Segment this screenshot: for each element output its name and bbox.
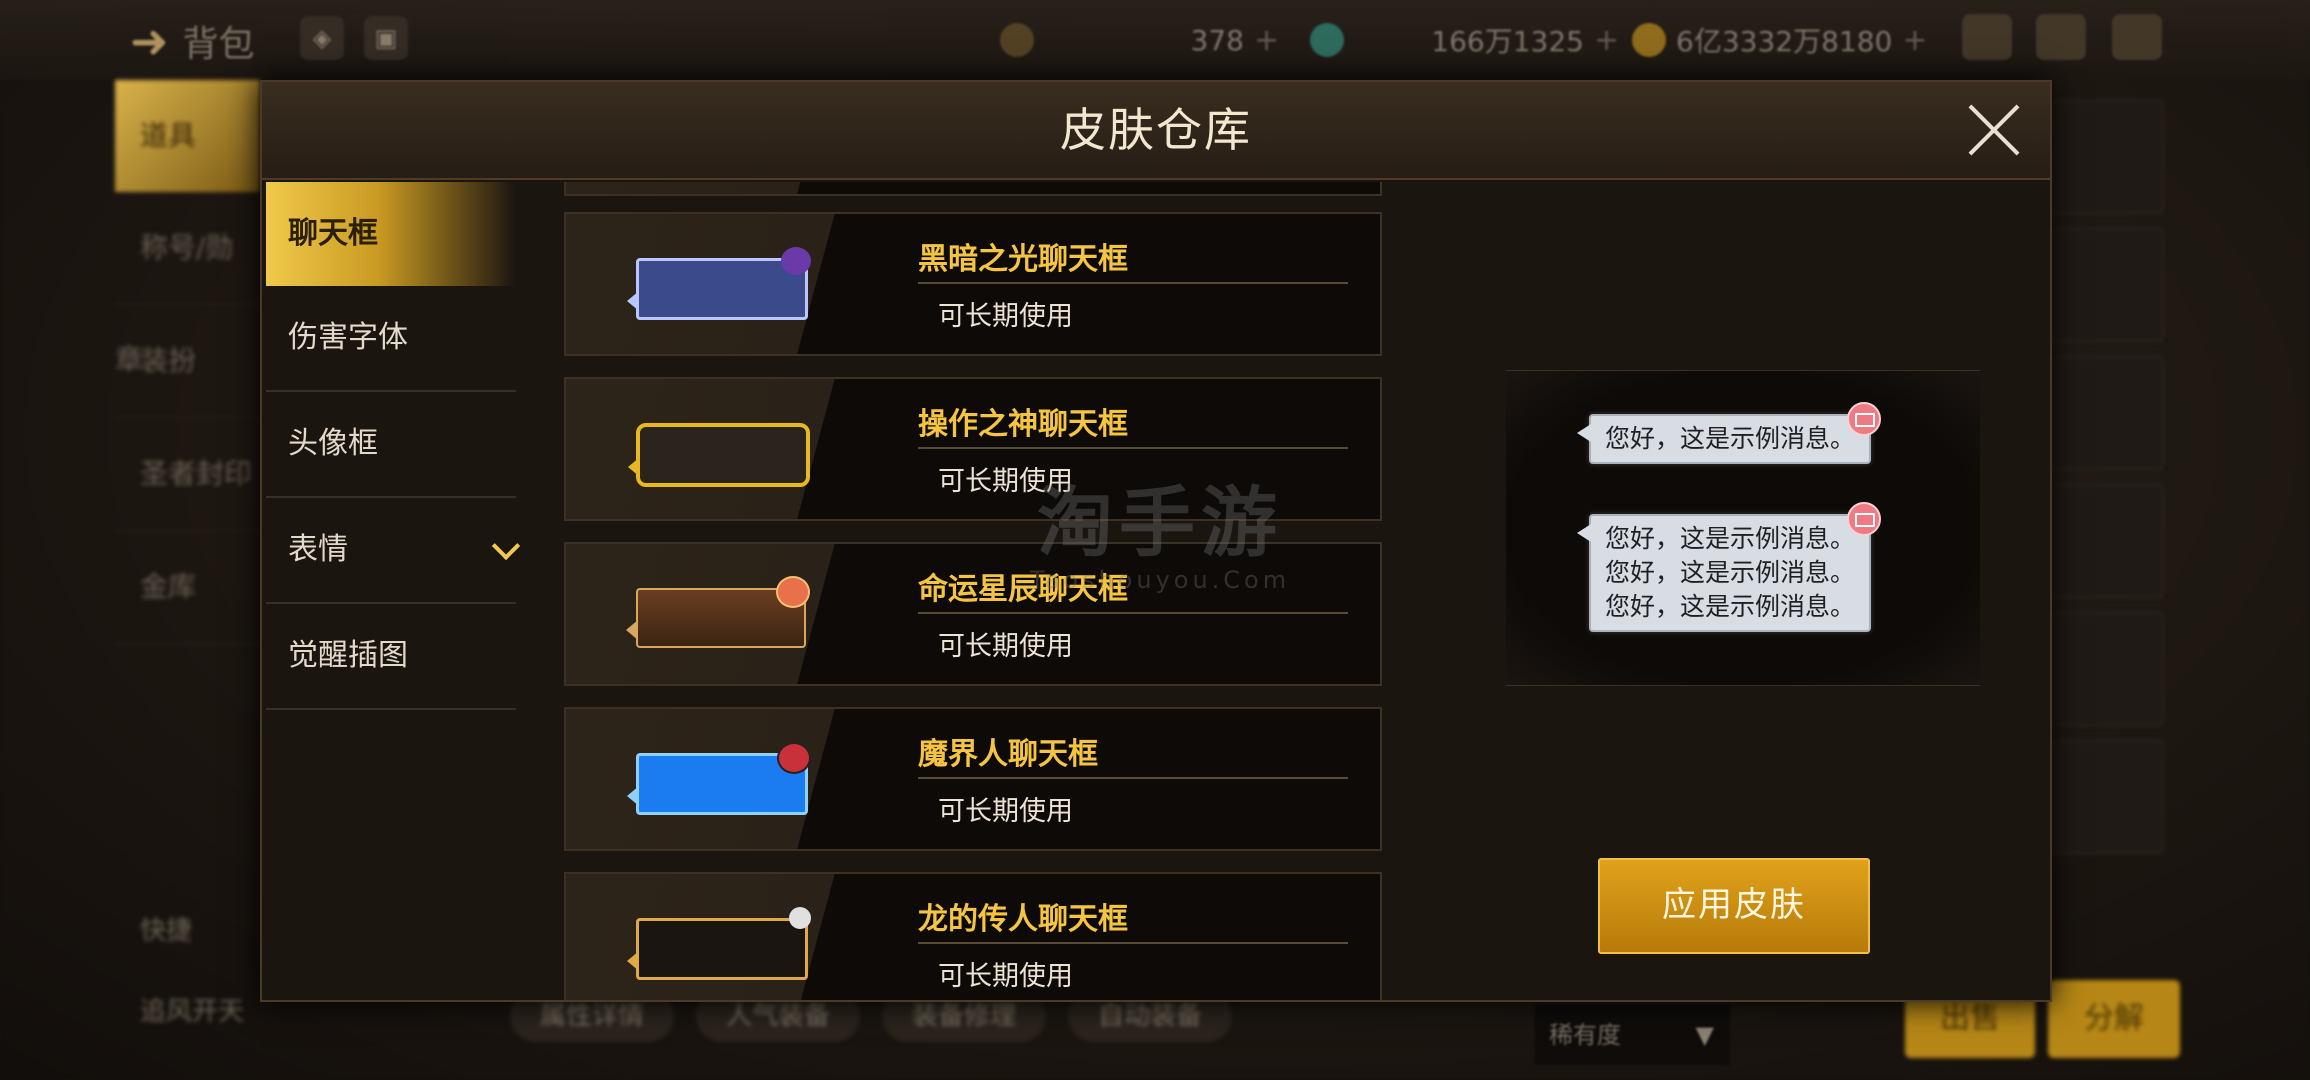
watermark-en: Taoshouyou.Com bbox=[1029, 566, 1291, 594]
item-name: 龙的传人聊天框 bbox=[918, 902, 1128, 937]
tab-chat-frame[interactable]: 聊天框 bbox=[266, 182, 516, 286]
wind-link[interactable]: 追风开天 bbox=[140, 991, 244, 1028]
item-name: 魔界人聊天框 bbox=[918, 737, 1098, 772]
cake-icon[interactable] bbox=[1962, 14, 2012, 60]
demon-icon bbox=[777, 742, 811, 774]
inv-tab-titles[interactable]: 称号/勋章 bbox=[115, 192, 260, 376]
inv-tab-vault[interactable]: 金库 bbox=[115, 531, 260, 644]
preview-bubble-multi: 您好，这是示例消息。 您好，这是示例消息。 您好，这是示例消息。 bbox=[1577, 502, 1882, 632]
currency-gold-value: 6亿3332万8180 bbox=[1676, 25, 1893, 58]
currency-gold: 6亿3332万8180 + bbox=[1632, 20, 1927, 60]
bag-icon[interactable]: ▣ bbox=[364, 16, 408, 60]
eye-icon[interactable]: ◈ bbox=[300, 16, 344, 60]
inventory-slot[interactable] bbox=[2050, 740, 2164, 854]
inventory-slot[interactable] bbox=[2050, 356, 2164, 470]
quick-link[interactable]: 快捷 bbox=[140, 910, 244, 947]
mail-icon[interactable] bbox=[2036, 14, 2086, 60]
back-button[interactable]: ➜ 背包 bbox=[130, 14, 255, 68]
watermark: 淘手游 Taoshouyou.Com bbox=[1020, 478, 1300, 595]
inv-tab-items[interactable]: 道具 bbox=[115, 80, 260, 192]
top-bar: ➜ 背包 ◈ ▣ 378 + 166万1325 + 6亿3332万8180 + bbox=[0, 0, 2310, 80]
chat-frame-preview bbox=[626, 576, 810, 648]
gem-icon bbox=[1310, 23, 1344, 57]
tab-emoji-label: 表情 bbox=[288, 532, 348, 567]
inv-tab-seal[interactable]: 圣者封印 bbox=[115, 418, 260, 531]
inventory-slot[interactable] bbox=[2050, 484, 2164, 598]
category-tabs: 聊天框 伤害字体 头像框 表情 觉醒插图 bbox=[266, 182, 521, 710]
preview-bubble-single: 您好，这是示例消息。 bbox=[1577, 402, 1882, 464]
mail-icon bbox=[1847, 402, 1882, 436]
currency-gem: 166万1325 + bbox=[1310, 20, 1619, 60]
sort-dropdown[interactable]: 稀有度 ▼ bbox=[1535, 1005, 1730, 1065]
back-arrow-icon: ➜ bbox=[130, 14, 169, 68]
gold-coin-icon bbox=[1632, 23, 1666, 57]
preview-message: 您好，这是示例消息。 bbox=[1605, 424, 1856, 453]
inventory-slots bbox=[2050, 100, 2164, 868]
dialog-header: 皮肤仓库 bbox=[262, 82, 2050, 180]
item-desc: 可长期使用 bbox=[938, 301, 1073, 332]
sort-label: 稀有度 bbox=[1549, 1021, 1621, 1049]
add-moon-icon[interactable]: + bbox=[1254, 23, 1279, 58]
inventory-slot[interactable] bbox=[2050, 100, 2164, 214]
item-name: 黑暗之光聊天框 bbox=[918, 242, 1128, 277]
item-desc: 可长期使用 bbox=[938, 961, 1073, 992]
chat-frame-preview bbox=[627, 247, 811, 320]
tab-emoji[interactable]: 表情 bbox=[266, 498, 521, 604]
currency-moon-value: 378 bbox=[1190, 23, 1244, 57]
dragon-icon bbox=[789, 907, 811, 929]
chat-icon[interactable] bbox=[2112, 14, 2162, 60]
star-icon bbox=[776, 576, 810, 608]
dialog-title: 皮肤仓库 bbox=[1060, 103, 1252, 157]
inventory-left-tabs: 道具 称号/勋章 装扮 圣者封印 金库 bbox=[115, 80, 260, 644]
item-desc: 可长期使用 bbox=[938, 631, 1073, 662]
list-item[interactable]: 黑暗之光聊天框 可长期使用 bbox=[564, 212, 1382, 356]
item-name: 操作之神聊天框 bbox=[918, 407, 1128, 442]
currency-gem-value: 166万1325 bbox=[1431, 25, 1584, 58]
chat-frame-preview bbox=[627, 907, 811, 980]
preview-message: 您好，这是示例消息。 bbox=[1605, 524, 1856, 553]
tab-awaken-art[interactable]: 觉醒插图 bbox=[266, 604, 516, 710]
chevron-down-icon: ▼ bbox=[1695, 1021, 1714, 1049]
preview-message: 您好，这是示例消息。 bbox=[1605, 558, 1856, 587]
mail-icon bbox=[1847, 502, 1882, 536]
add-gold-icon[interactable]: + bbox=[1902, 23, 1927, 58]
chat-frame-preview bbox=[627, 742, 811, 815]
add-gem-icon[interactable]: + bbox=[1594, 23, 1619, 58]
back-label: 背包 bbox=[182, 24, 255, 65]
apply-skin-button[interactable]: 应用皮肤 bbox=[1598, 858, 1870, 954]
inventory-slot[interactable] bbox=[2050, 228, 2164, 342]
chat-frame-preview bbox=[628, 423, 810, 487]
bottom-left-links: 快捷 追风开天 bbox=[140, 910, 244, 1028]
list-item[interactable]: 龙的传人聊天框 可长期使用 bbox=[564, 872, 1382, 1000]
preview-message: 您好，这是示例消息。 bbox=[1605, 592, 1856, 621]
watermark-cn: 淘手游 bbox=[1037, 478, 1283, 567]
close-button[interactable] bbox=[1966, 102, 2022, 158]
cat-icon bbox=[781, 247, 811, 275]
chevron-down-icon bbox=[491, 531, 521, 561]
moon-coin-icon bbox=[1000, 23, 1034, 57]
tab-avatar-frame[interactable]: 头像框 bbox=[266, 392, 516, 498]
decompose-button[interactable]: 分解 bbox=[2048, 980, 2180, 1058]
item-desc: 可长期使用 bbox=[938, 796, 1073, 827]
list-item[interactable] bbox=[564, 182, 1382, 196]
list-item[interactable]: 魔界人聊天框 可长期使用 bbox=[564, 707, 1382, 851]
inventory-slot[interactable] bbox=[2050, 612, 2164, 726]
currency-moon: 378 + bbox=[1000, 20, 1279, 60]
tab-damage-font[interactable]: 伤害字体 bbox=[266, 286, 516, 392]
